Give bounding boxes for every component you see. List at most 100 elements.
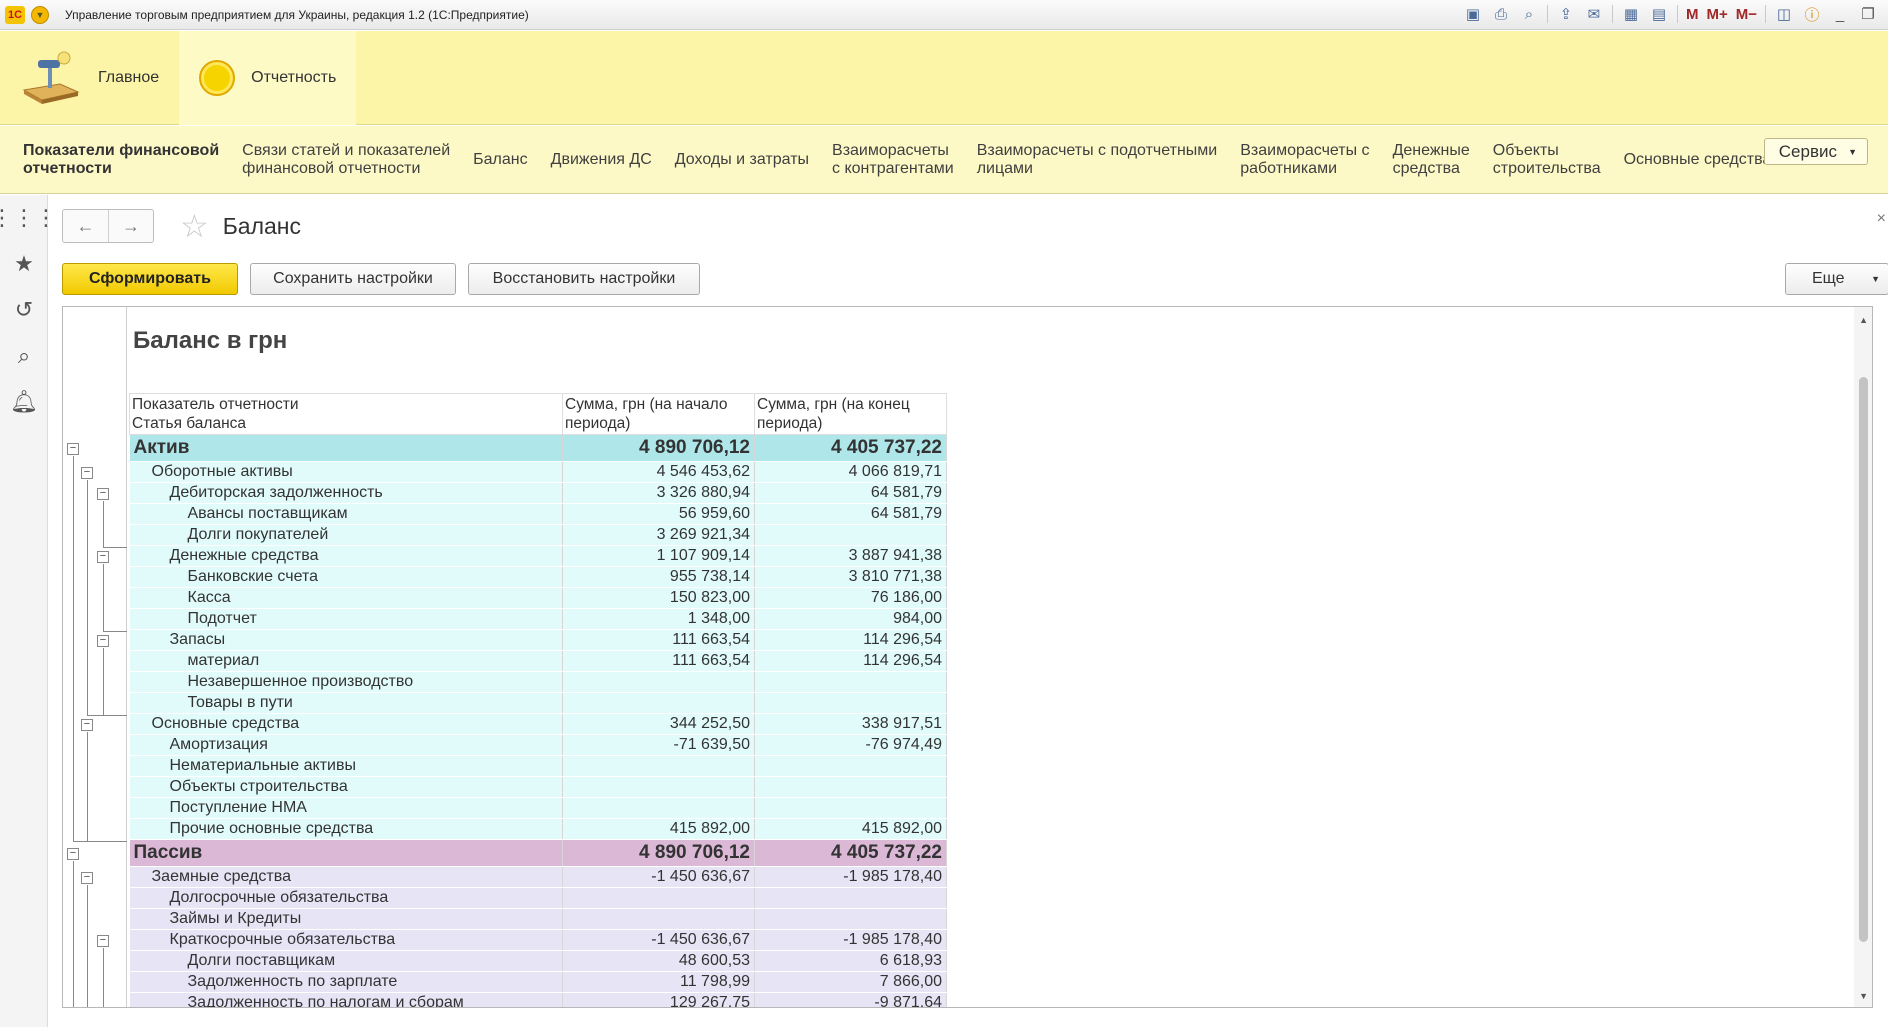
row-end-sum[interactable]: 64 581,79	[754, 482, 947, 504]
table-row[interactable]: Прочие основные средства 415 892,00 415 89…	[129, 818, 947, 840]
restore-settings-button[interactable]: Восстановить настройки	[468, 263, 700, 295]
row-end-sum[interactable]	[754, 692, 947, 714]
back-arrow-icon[interactable]: ←	[63, 210, 108, 242]
row-end-sum[interactable]: 114 296,54	[754, 650, 947, 672]
row-start-sum[interactable]: 150 823,00	[562, 587, 755, 609]
row-indicator-name[interactable]: Авансы поставщикам	[129, 503, 563, 525]
table-row[interactable]: Актив 4 890 706,12 4 405 737,22	[129, 434, 947, 462]
nav-settlements-accountable[interactable]: Взаиморасчеты с подотчетными лицами	[977, 142, 1218, 178]
row-indicator-name[interactable]: Долгосрочные обязательства	[129, 887, 563, 909]
nav-links-indicators[interactable]: Связи статей и показателей финансовой отч…	[242, 142, 450, 178]
table-row[interactable]: материал 111 663,54 114 296,54	[129, 650, 947, 672]
table-row[interactable]: Долгосрочные обязательства	[129, 887, 947, 909]
row-end-sum[interactable]	[754, 908, 947, 930]
section-main[interactable]: Главное	[0, 31, 179, 125]
nav-settlements-employees[interactable]: Взаиморасчеты с работниками	[1240, 142, 1369, 178]
row-end-sum[interactable]: 3 887 941,38	[754, 545, 947, 567]
row-indicator-name[interactable]: Краткосрочные обязательства	[129, 929, 563, 951]
table-row[interactable]: Долги поставщикам 48 600,53 6 618,93	[129, 950, 947, 972]
table-row[interactable]: Дебиторская задолженность 3 326 880,94 64 …	[129, 482, 947, 504]
memory-minus-button[interactable]: M−	[1736, 6, 1757, 23]
row-end-sum[interactable]: -1 985 178,40	[754, 866, 947, 888]
table-row[interactable]: Касса 150 823,00 76 186,00	[129, 587, 947, 609]
row-start-sum[interactable]: 3 326 880,94	[562, 482, 755, 504]
table-row[interactable]: Запасы 111 663,54 114 296,54	[129, 629, 947, 651]
section-reports[interactable]: Отчетность	[179, 31, 357, 125]
row-indicator-name[interactable]: Оборотные активы	[129, 461, 563, 483]
main-menu-button[interactable]: ▼	[31, 5, 49, 24]
scroll-down-icon[interactable]: ▼	[1859, 991, 1868, 1001]
print-icon[interactable]: ⎙	[1491, 4, 1511, 24]
nav-cash-movements[interactable]: Движения ДС	[551, 151, 652, 169]
row-indicator-name[interactable]: Задолженность по налогам и сборам	[129, 992, 563, 1007]
table-row[interactable]: Долги покупателей 3 269 921,34	[129, 524, 947, 546]
row-start-sum[interactable]	[562, 908, 755, 930]
row-indicator-name[interactable]: Займы и Кредиты	[129, 908, 563, 930]
scroll-up-icon[interactable]: ▲	[1859, 315, 1868, 325]
collapse-group-icon[interactable]: −	[97, 488, 109, 500]
row-indicator-name[interactable]: Поступление НМА	[129, 797, 563, 819]
row-indicator-name[interactable]: Основные средства	[129, 713, 563, 735]
row-start-sum[interactable]: 4 546 453,62	[562, 461, 755, 483]
table-row[interactable]: Оборотные активы 4 546 453,62 4 066 819,71	[129, 461, 947, 483]
row-end-sum[interactable]: 4 066 819,71	[754, 461, 947, 483]
save-icon[interactable]: ▣	[1463, 4, 1483, 24]
row-indicator-name[interactable]: Денежные средства	[129, 545, 563, 567]
row-start-sum[interactable]	[562, 671, 755, 693]
row-end-sum[interactable]: 984,00	[754, 608, 947, 630]
more-button[interactable]: Еще ▼	[1785, 263, 1888, 295]
favorites-icon[interactable]: ★	[0, 241, 48, 287]
collapse-group-icon[interactable]: −	[81, 872, 93, 884]
row-start-sum[interactable]: -1 450 636,67	[562, 866, 755, 888]
row-end-sum[interactable]	[754, 671, 947, 693]
collapse-group-icon[interactable]: −	[67, 848, 79, 860]
all-functions-icon[interactable]: ⋮⋮⋮	[0, 195, 57, 241]
report-document[interactable]: − − − − − − − − − Баланс в грн Показатель отчетн…	[62, 306, 1873, 1008]
row-end-sum[interactable]: -1 985 178,40	[754, 929, 947, 951]
table-row[interactable]: Подотчет 1 348,00 984,00	[129, 608, 947, 630]
row-indicator-name[interactable]: Касса	[129, 587, 563, 609]
scrollbar-thumb[interactable]	[1859, 377, 1868, 942]
row-indicator-name[interactable]: Дебиторская задолженность	[129, 482, 563, 504]
nav-fixed-assets[interactable]: Основные средства	[1624, 151, 1772, 169]
nav-construction-objects[interactable]: Объекты строительства	[1493, 142, 1601, 178]
restore-icon[interactable]: ❐	[1858, 4, 1878, 24]
memory-plus-button[interactable]: M+	[1706, 6, 1727, 23]
row-end-sum[interactable]	[754, 524, 947, 546]
row-indicator-name[interactable]: Нематериальные активы	[129, 755, 563, 777]
row-end-sum[interactable]	[754, 776, 947, 798]
service-menu-button[interactable]: Сервис ▼	[1763, 138, 1868, 165]
row-start-sum[interactable]	[562, 887, 755, 909]
table-row[interactable]: Банковские счета 955 738,14 3 810 771,38	[129, 566, 947, 588]
add-favorite-star-icon[interactable]: ☆	[180, 207, 209, 245]
row-start-sum[interactable]: 1 348,00	[562, 608, 755, 630]
info-icon[interactable]: ⓘ	[1802, 4, 1822, 24]
row-end-sum[interactable]: 415 892,00	[754, 818, 947, 840]
nav-cash[interactable]: Денежные средства	[1393, 142, 1470, 178]
row-end-sum[interactable]: 64 581,79	[754, 503, 947, 525]
collapse-group-icon[interactable]: −	[81, 719, 93, 731]
row-indicator-name[interactable]: Задолженность по зарплате	[129, 971, 563, 993]
table-row[interactable]: Незавершенное производство	[129, 671, 947, 693]
table-row[interactable]: Краткосрочные обязательства -1 450 636,67…	[129, 929, 947, 951]
row-start-sum[interactable]: -1 450 636,67	[562, 929, 755, 951]
row-end-sum[interactable]: -76 974,49	[754, 734, 947, 756]
row-end-sum[interactable]: 114 296,54	[754, 629, 947, 651]
nav-settlements-contractors[interactable]: Взаиморасчеты с контрагентами	[832, 142, 954, 178]
row-start-sum[interactable]: 56 959,60	[562, 503, 755, 525]
row-start-sum[interactable]: 344 252,50	[562, 713, 755, 735]
table-row[interactable]: Товары в пути	[129, 692, 947, 714]
table-row[interactable]: Задолженность по налогам и сборам 129 267…	[129, 992, 947, 1007]
forward-arrow-icon[interactable]: →	[108, 210, 153, 242]
row-indicator-name[interactable]: Амортизация	[129, 734, 563, 756]
row-start-sum[interactable]: 129 267,75	[562, 992, 755, 1007]
nav-financial-indicators[interactable]: Показатели финансовой отчетности	[23, 142, 219, 178]
table-row[interactable]: Займы и Кредиты	[129, 908, 947, 930]
row-start-sum[interactable]: 3 269 921,34	[562, 524, 755, 546]
row-indicator-name[interactable]: Объекты строительства	[129, 776, 563, 798]
calendar-icon[interactable]: ▤	[1649, 4, 1669, 24]
vertical-scrollbar[interactable]: ▲ ▼	[1854, 307, 1872, 1007]
row-indicator-name[interactable]: материал	[129, 650, 563, 672]
panels-icon[interactable]: ◫	[1774, 4, 1794, 24]
row-start-sum[interactable]: 111 663,54	[562, 629, 755, 651]
